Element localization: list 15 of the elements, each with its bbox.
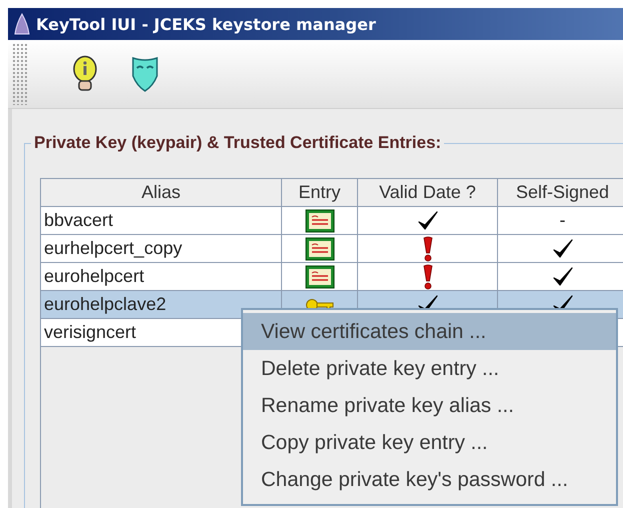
menu-item[interactable]: View certificates chain ... [243, 313, 616, 350]
table-row[interactable]: eurhelpcert_copy [41, 235, 623, 263]
table-row[interactable]: bbvacert - [41, 207, 623, 235]
menu-item[interactable]: Change private key's password ... [243, 461, 616, 498]
toolbar-grip[interactable] [12, 43, 28, 105]
menu-item[interactable]: Rename private key alias ... [243, 387, 616, 424]
lightbulb-icon [72, 55, 98, 93]
menu-item[interactable]: Copy private key entry ... [243, 424, 616, 461]
window-title: KeyTool IUI - JCEKS keystore manager [36, 14, 376, 34]
group-title: Private Key (keypair) & Trusted Certificate Entries: [31, 133, 444, 153]
cone-icon [14, 13, 30, 35]
menu-item[interactable]: Delete private key entry ... [243, 350, 616, 387]
dash-text: - [560, 210, 566, 231]
table-row[interactable]: eurohelpcert [41, 263, 623, 291]
mask-icon [131, 56, 159, 92]
